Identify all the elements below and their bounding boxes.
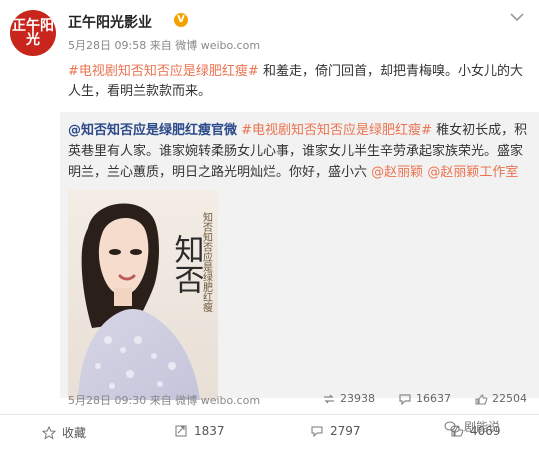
mention-link[interactable]: @赵丽颖工作室	[427, 165, 518, 180]
comment-icon	[311, 426, 323, 438]
watermark: 剧能说	[444, 418, 500, 435]
avatar-logo: 正午阳光	[10, 10, 56, 56]
poster-illustration: 知否 知否知否应是绿肥红瘦	[68, 190, 218, 400]
comment-count-text: 16637	[416, 392, 451, 405]
repost-stats: 5月28日 09:30 来自 微博 weibo.com 23938 16637	[60, 392, 539, 408]
post-via: 来自	[149, 39, 172, 52]
mention-link[interactable]: @赵丽颖	[371, 165, 423, 180]
repost-action-count: 1837	[194, 424, 225, 438]
star-icon	[42, 425, 56, 440]
repost-source[interactable]: 微博 weibo.com	[175, 394, 260, 407]
favorite-label: 收藏	[62, 426, 87, 440]
post-time[interactable]: 5月28日 09:58	[68, 39, 146, 52]
comment-button[interactable]: 2797	[310, 424, 361, 438]
comment-icon	[399, 393, 411, 405]
repost-icon	[175, 425, 187, 437]
repost-body: @知否知否应是绿肥红瘦官微 #电视剧知否知否应是绿肥红瘦# 稚女初长成，积英巷里…	[68, 120, 528, 183]
weibo-post: 正午阳光 正午阳光影业 V 5月28日 09:58 来自 微博 weibo.co…	[0, 0, 539, 414]
repost-count[interactable]: 23938	[322, 392, 375, 405]
wechat-icon	[444, 421, 460, 432]
avatar[interactable]: 正午阳光	[10, 10, 56, 56]
chevron-down-icon[interactable]	[508, 10, 526, 24]
repost-count-text: 23938	[340, 392, 375, 405]
thumbs-up-icon	[475, 393, 488, 405]
post-body: #电视剧知否知否应是绿肥红瘦# 和羞走，倚门回首，却把青梅嗅。小女儿的大人生，看…	[68, 62, 528, 102]
repost-icon	[324, 394, 334, 403]
repost-card: @知否知否应是绿肥红瘦官微 #电视剧知否知否应是绿肥红瘦# 稚女初长成，积英巷里…	[60, 112, 539, 407]
like-count-text: 22504	[492, 392, 527, 405]
repost-user-link[interactable]: @知否知否应是绿肥红瘦官微	[68, 123, 237, 138]
repost-topic-link[interactable]: #电视剧知否知否应是绿肥红瘦#	[241, 123, 432, 138]
poster-image[interactable]: 知否 知否知否应是绿肥红瘦	[68, 190, 218, 400]
repost-meta: 5月28日 09:30 来自 微博 weibo.com	[68, 392, 260, 408]
post-source[interactable]: 微博 weibo.com	[175, 39, 260, 52]
repost-time[interactable]: 5月28日 09:30	[68, 394, 146, 407]
verified-icon: V	[174, 13, 188, 27]
author-name[interactable]: 正午阳光影业	[68, 12, 152, 32]
avatar-logo-text: 正午阳光	[12, 18, 54, 48]
favorite-button[interactable]: 收藏	[42, 424, 86, 441]
comment-action-count: 2797	[330, 424, 361, 438]
watermark-text: 剧能说	[464, 420, 501, 434]
repost-via: 来自	[149, 394, 172, 407]
comment-count[interactable]: 16637	[398, 392, 451, 405]
post-meta: 5月28日 09:58 来自 微博 weibo.com	[68, 37, 260, 53]
post-topic-link[interactable]: #电视剧知否知否应是绿肥红瘦#	[68, 64, 259, 79]
poster-title: 知否	[169, 234, 205, 294]
repost-button[interactable]: 1837	[174, 424, 225, 438]
like-count[interactable]: 22504	[474, 392, 527, 405]
poster-subtitle: 知否知否应是绿肥红瘦	[201, 211, 213, 313]
